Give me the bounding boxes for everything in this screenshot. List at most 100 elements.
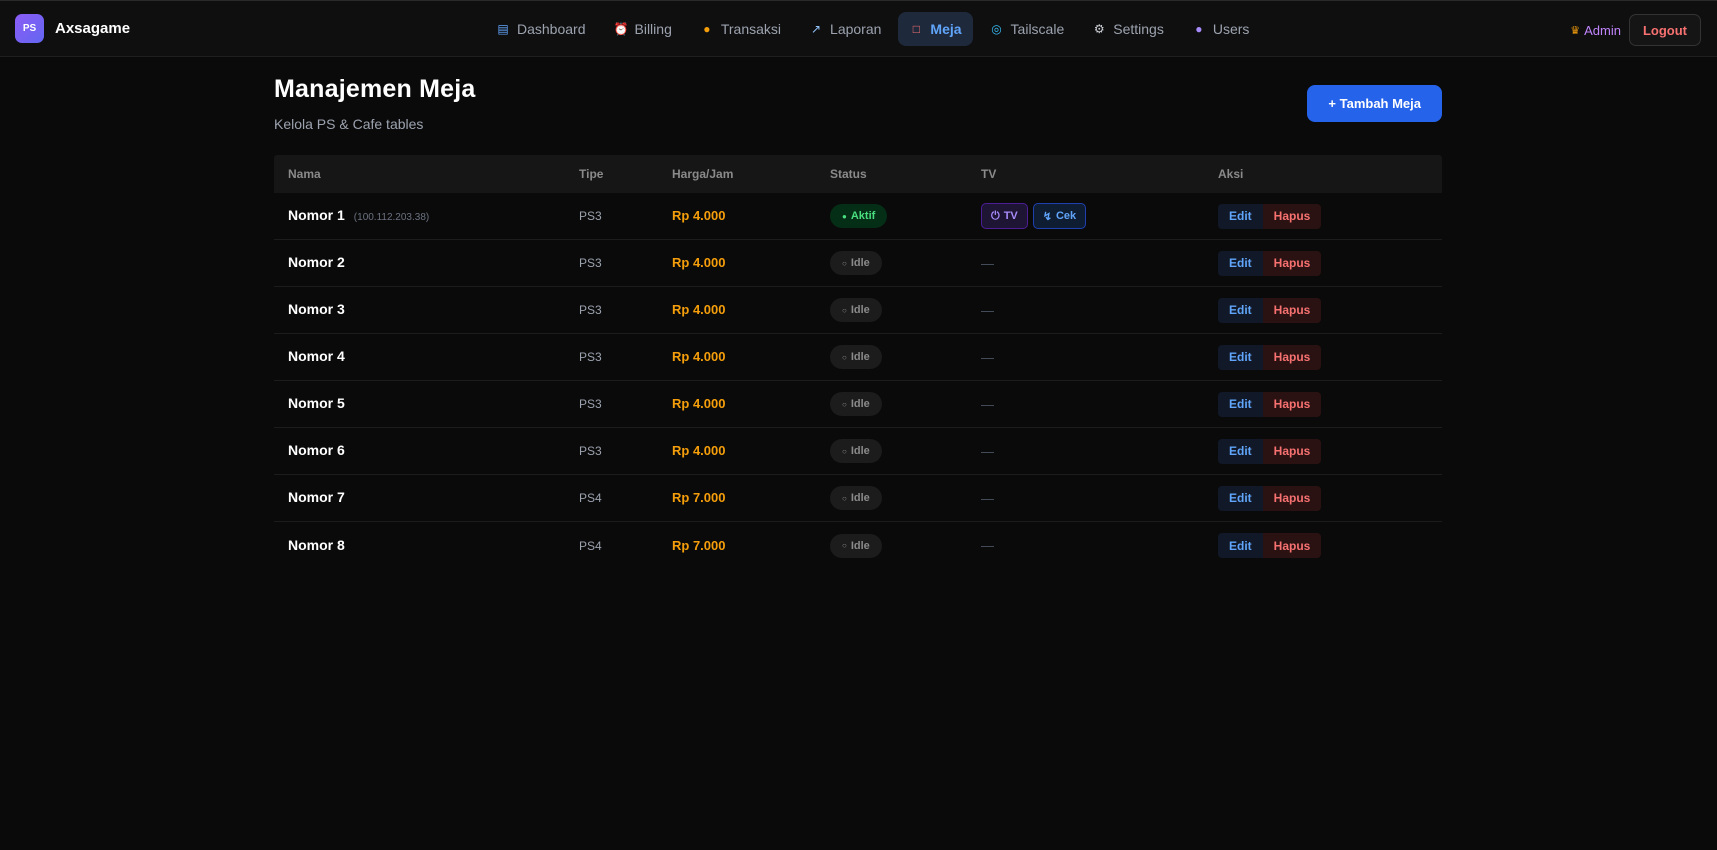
chart-icon: ▤	[497, 22, 509, 36]
top-navbar: PS Axsagame ▤ Dashboard ⏰ Billing ● Tran…	[0, 0, 1717, 57]
user-area: ♛ Admin Logout	[1570, 14, 1701, 46]
table-row: Nomor 3 PS3 Rp 4.000 ○ Idle — Edit Hapus	[274, 287, 1442, 334]
main-content: Manajemen Meja Kelola PS & Cafe tables +…	[274, 75, 1442, 569]
tv-empty: —	[981, 396, 994, 412]
users-icon: ●	[1195, 22, 1203, 36]
table-row: Nomor 1 (100.112.203.38) PS3 Rp 4.000 ● Ak…	[274, 193, 1442, 240]
tv-empty: —	[981, 490, 994, 506]
tv-power-button[interactable]: ⏻ TV	[981, 203, 1028, 229]
table-row: Nomor 6 PS3 Rp 4.000 ○ Idle — Edit Hapus	[274, 428, 1442, 475]
table-price: Rp 4.000	[672, 255, 726, 270]
edit-button[interactable]: Edit	[1218, 485, 1263, 511]
nav-item-meja[interactable]: □ Meja	[898, 12, 973, 46]
delete-button[interactable]: Hapus	[1262, 297, 1322, 323]
header-aksi: Aksi	[1218, 167, 1244, 181]
edit-button[interactable]: Edit	[1218, 438, 1263, 464]
status-dot-icon: ○	[842, 352, 847, 362]
status-label: Idle	[850, 492, 870, 504]
table-type: PS4	[579, 491, 602, 505]
power-icon: ⏻	[991, 209, 1000, 222]
status-label: Idle	[850, 304, 870, 316]
status-label: Idle	[850, 445, 870, 457]
chair-icon: □	[912, 22, 921, 36]
nav-label: Dashboard	[517, 21, 586, 37]
delete-button[interactable]: Hapus	[1262, 250, 1322, 276]
status-badge: ○ Idle	[830, 392, 882, 416]
brand-name: Axsagame	[55, 20, 131, 37]
nav-item-laporan[interactable]: ↗ Laporan	[798, 12, 892, 46]
edit-button[interactable]: Edit	[1218, 203, 1263, 229]
clock-icon: ⏰	[613, 22, 629, 36]
delete-button[interactable]: Hapus	[1262, 533, 1322, 558]
nav-item-users[interactable]: ● Users	[1181, 12, 1261, 46]
delete-button[interactable]: Hapus	[1262, 391, 1322, 417]
table-type: PS3	[579, 256, 602, 270]
table-name: Nomor 3	[288, 301, 345, 317]
table-type: PS4	[579, 538, 602, 553]
table-name: Nomor 5	[288, 395, 345, 411]
status-dot-icon: ○	[842, 399, 847, 409]
nav-item-tailscale[interactable]: ◎ Tailscale	[979, 12, 1076, 46]
nav-label: Billing	[634, 21, 672, 37]
tv-check-label: Cek	[1055, 210, 1077, 222]
status-dot-icon: ●	[842, 211, 847, 221]
tv-empty: —	[981, 443, 994, 459]
header-harga: Harga/Jam	[672, 167, 734, 181]
status-dot-icon: ○	[842, 493, 847, 503]
tv-empty: —	[981, 538, 994, 553]
table-row: Nomor 2 PS3 Rp 4.000 ○ Idle — Edit Hapus	[274, 240, 1442, 287]
admin-user: ♛ Admin	[1570, 23, 1621, 38]
nav-label: Meja	[930, 21, 962, 37]
money-bag-icon: ●	[703, 22, 711, 36]
table-type: PS3	[579, 397, 602, 411]
header-status: Status	[830, 167, 867, 181]
table-row: Nomor 4 PS3 Rp 4.000 ○ Idle — Edit Hapus	[274, 334, 1442, 381]
nav-item-transaksi[interactable]: ● Transaksi	[689, 12, 792, 46]
gear-icon: ⚙	[1093, 22, 1105, 36]
table-price: Rp 4.000	[672, 443, 726, 458]
status-badge: ○ Idle	[830, 251, 882, 275]
logout-button[interactable]: Logout	[1628, 14, 1701, 46]
table-row: Nomor 5 PS3 Rp 4.000 ○ Idle — Edit Hapus	[274, 381, 1442, 428]
status-label: Idle	[850, 539, 870, 552]
table-name: Nomor 4	[288, 348, 345, 364]
brand[interactable]: PS Axsagame	[15, 14, 130, 43]
edit-button[interactable]: Edit	[1218, 297, 1263, 323]
status-badge: ○ Idle	[830, 345, 882, 369]
header-tv: TV	[981, 167, 997, 181]
table-name: Nomor 2	[288, 254, 345, 270]
tv-check-button[interactable]: ↯ Cek	[1032, 203, 1087, 229]
delete-button[interactable]: Hapus	[1262, 485, 1322, 511]
status-dot-icon: ○	[842, 446, 847, 456]
tv-power-label: TV	[1003, 210, 1018, 222]
delete-button[interactable]: Hapus	[1262, 438, 1322, 464]
nav-label: Settings	[1113, 21, 1164, 37]
table-name: Nomor 6	[288, 442, 345, 458]
table-type: PS3	[579, 209, 602, 223]
edit-button[interactable]: Edit	[1218, 344, 1263, 370]
table-price: Rp 7.000	[672, 537, 726, 553]
status-badge: ● Aktif	[830, 204, 888, 228]
table-price: Rp 4.000	[672, 349, 726, 364]
delete-button[interactable]: Hapus	[1262, 203, 1322, 229]
status-label: Idle	[850, 398, 870, 410]
admin-name: Admin	[1584, 22, 1621, 38]
brand-logo: PS	[15, 14, 44, 43]
nav-item-billing[interactable]: ⏰ Billing	[603, 12, 683, 46]
edit-button[interactable]: Edit	[1218, 533, 1263, 558]
delete-button[interactable]: Hapus	[1262, 344, 1322, 370]
table-row: Nomor 8 PS4 Rp 7.000 ○ Idle — Edit Hapus	[274, 522, 1442, 569]
edit-button[interactable]: Edit	[1218, 250, 1263, 276]
table-type: PS3	[579, 444, 602, 458]
nav-item-dashboard[interactable]: ▤ Dashboard	[485, 12, 597, 46]
nav-label: Laporan	[830, 21, 882, 37]
table-name: Nomor 1	[288, 207, 345, 223]
table-name: Nomor 7	[288, 489, 345, 505]
add-table-button[interactable]: + Tambah Meja	[1307, 85, 1442, 122]
crown-icon: ♛	[1570, 24, 1581, 37]
nav-item-settings[interactable]: ⚙ Settings	[1081, 12, 1175, 46]
page-title: Manajemen Meja	[274, 75, 476, 103]
table-row: Nomor 7 PS4 Rp 7.000 ○ Idle — Edit Hapus	[274, 475, 1442, 522]
tv-empty: —	[981, 302, 994, 318]
edit-button[interactable]: Edit	[1218, 391, 1263, 417]
